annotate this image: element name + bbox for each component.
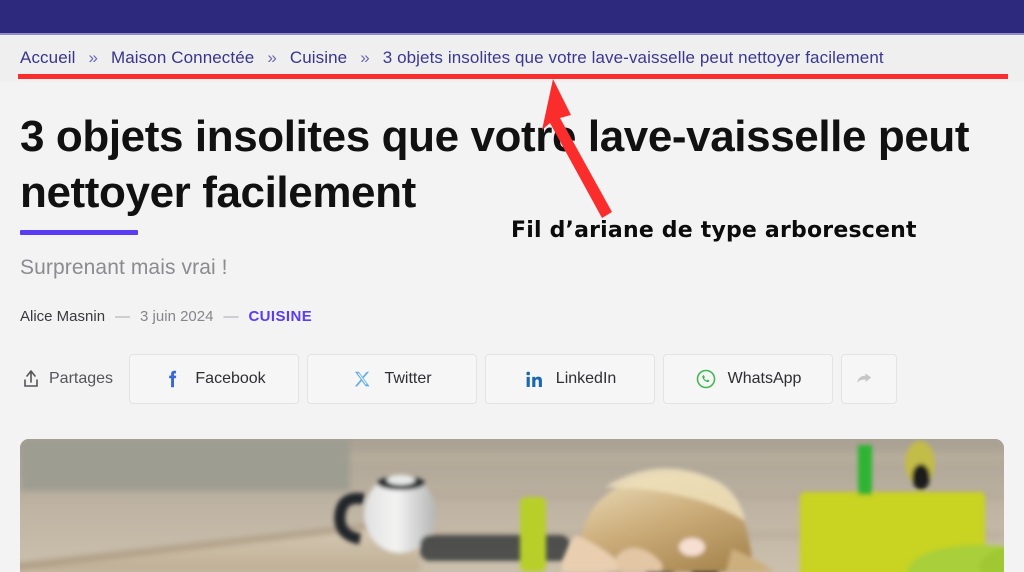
breadcrumb-separator-icon: » [360, 48, 370, 67]
page-title: 3 objets insolites que votre lave-vaisse… [20, 112, 970, 217]
share-button-twitter[interactable]: Twitter [307, 354, 478, 404]
share-button-label: Twitter [384, 370, 432, 387]
byline-dash-2: — [223, 308, 239, 325]
share-button-facebook[interactable]: Facebook [129, 354, 300, 404]
upload-share-icon [22, 369, 40, 389]
share-button-whatsapp[interactable]: WhatsApp [663, 354, 834, 404]
breadcrumb-item-maison-connectee[interactable]: Maison Connectée [111, 48, 254, 68]
facebook-icon [162, 368, 184, 390]
share-button-label: LinkedIn [555, 370, 617, 387]
article-subtitle: Surprenant mais vrai ! [20, 256, 228, 279]
page-root: Accueil » Maison Connectée » Cuisine » 3… [0, 0, 1024, 572]
article-hero-image [20, 439, 1004, 572]
byline-date: 3 juin 2024 [140, 308, 214, 325]
site-topbar [0, 0, 1024, 33]
share-row: Partages Facebook Twitter LinkedIn Whats… [20, 354, 905, 404]
title-accent-bar [20, 230, 138, 235]
linkedin-icon [524, 369, 545, 390]
annotation-label: Fil d’ariane de type arborescent [511, 218, 917, 243]
breadcrumb-item-current: 3 objets insolites que votre lave-vaisse… [382, 48, 884, 67]
breadcrumb-item-cuisine[interactable]: Cuisine [290, 48, 347, 68]
share-count-label: Partages [20, 354, 129, 404]
share-button-label: WhatsApp [727, 370, 802, 387]
forward-arrow-icon [852, 368, 876, 390]
share-button-label: Facebook [195, 370, 266, 387]
breadcrumb-separator-icon: » [267, 48, 277, 67]
share-label-text: Partages [49, 370, 114, 387]
byline: Alice Masnin — 3 juin 2024 — CUISINE [20, 308, 312, 325]
hero-image-graphic [20, 439, 1004, 572]
red-underline-annotation [18, 74, 1008, 79]
twitter-x-icon [352, 369, 373, 390]
breadcrumb-separator-icon: » [88, 48, 98, 67]
share-button-linkedin[interactable]: LinkedIn [485, 354, 656, 404]
share-button-more[interactable] [841, 354, 898, 404]
byline-author: Alice Masnin [20, 308, 106, 325]
byline-dash-1: — [115, 308, 131, 325]
breadcrumb: Accueil » Maison Connectée » Cuisine » 3… [20, 48, 884, 68]
byline-category-link[interactable]: CUISINE [248, 308, 312, 325]
breadcrumb-item-accueil[interactable]: Accueil [20, 48, 76, 68]
whatsapp-icon [695, 368, 717, 390]
